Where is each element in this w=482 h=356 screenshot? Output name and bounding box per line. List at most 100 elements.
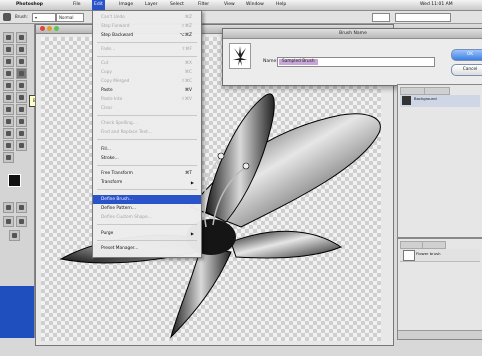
brush-icon[interactable] (3, 13, 11, 21)
marquee-icon[interactable] (3, 32, 14, 43)
eraser-icon[interactable] (3, 92, 14, 103)
menu-separator (97, 165, 197, 166)
menu-item-copy[interactable]: Copy ⌘C (93, 68, 201, 77)
menu-item-fade[interactable]: Fade... ⇧⌘F (93, 45, 201, 54)
eyedropper-icon[interactable] (3, 140, 14, 151)
screen-mode-full-icon[interactable] (16, 216, 27, 227)
menu-item-find-replace[interactable]: Find and Replace Text... (93, 128, 201, 137)
layer-name: Background (414, 96, 437, 101)
brush-name-value: Sampled Brush (279, 59, 318, 65)
pen-icon[interactable] (16, 116, 27, 127)
brush-tool-icon[interactable] (16, 68, 27, 79)
brush-name-input[interactable]: Sampled Brush (277, 57, 435, 67)
quick-mask-icon[interactable] (16, 202, 27, 213)
menu-image[interactable]: Image (117, 0, 135, 10)
menu-item-copy-merged[interactable]: Copy Merged ⇧⌘C (93, 77, 201, 86)
tab-history[interactable] (400, 241, 424, 249)
palette-bottom-bar (398, 330, 482, 339)
submenu-arrow-icon: ▶ (190, 180, 194, 185)
history-brush-icon[interactable] (16, 80, 27, 91)
submenu-arrow-icon: ▶ (190, 231, 194, 236)
menu-bar: Photoshop File Edit Image Layer Select F… (0, 0, 482, 11)
shape-icon[interactable] (3, 128, 14, 139)
notes-icon[interactable] (16, 128, 27, 139)
hand-icon[interactable] (16, 140, 27, 151)
menu-separator (97, 115, 197, 116)
path-select-icon[interactable] (16, 104, 27, 115)
menu-item-check-spelling[interactable]: Check Spelling... (93, 119, 201, 128)
crop-icon[interactable] (3, 56, 14, 67)
menu-item-define-brush[interactable]: Define Brush... (93, 195, 201, 204)
slice-icon[interactable] (16, 56, 27, 67)
menu-item-paste-into[interactable]: Paste Into ⇧⌘V (93, 95, 201, 104)
standard-mode-icon[interactable] (3, 202, 14, 213)
stamp-icon[interactable] (3, 80, 14, 91)
healing-brush-icon[interactable] (3, 68, 14, 79)
foreground-color-swatch[interactable] (8, 174, 21, 187)
history-palette: Flower brush (397, 238, 482, 340)
menu-item-clear[interactable]: Clear (93, 104, 201, 113)
menu-item-define-pattern[interactable]: Define Pattern... (93, 204, 201, 213)
menu-item-free-transform[interactable]: Free Transform ⌘T (93, 169, 201, 178)
jump-to-imageready-icon[interactable] (9, 230, 20, 241)
ok-button[interactable]: OK (451, 49, 482, 61)
menu-separator (97, 56, 197, 57)
palette-well[interactable] (395, 13, 451, 22)
menu-item-stroke[interactable]: Stroke... (93, 154, 201, 163)
name-label: Name: (263, 59, 278, 64)
menu-help[interactable]: Help (274, 0, 288, 10)
lasso-icon[interactable] (3, 44, 14, 55)
type-icon[interactable] (3, 116, 14, 127)
history-snapshot-thumbnail (403, 250, 415, 261)
move-icon[interactable] (16, 32, 27, 43)
history-row[interactable]: Flower brush (400, 249, 480, 262)
menu-item-step-forward[interactable]: Step Forward ⇧⌘Z (93, 22, 201, 31)
zoom-window-icon[interactable] (54, 26, 59, 31)
history-item-name: Flower brush (416, 251, 441, 256)
palette-well-toggle[interactable] (372, 13, 390, 22)
menu-item-fill[interactable]: Fill... (93, 145, 201, 154)
brush-name-dialog: Brush Name Name: Sampled Brush OK Cancel (222, 28, 482, 86)
menu-separator (97, 42, 197, 43)
menu-item-purge[interactable]: Purge ▶ (93, 229, 201, 238)
menu-edit[interactable]: Edit (92, 0, 105, 10)
menu-item-transform[interactable]: Transform ▶ (93, 178, 201, 187)
layer-thumbnail (402, 96, 411, 105)
gradient-icon[interactable] (16, 92, 27, 103)
zoom-icon[interactable] (3, 152, 14, 163)
menu-item-preset-manager[interactable]: Preset Manager... (93, 244, 201, 253)
brush-thumbnail (229, 43, 251, 69)
layer-row[interactable]: Background (400, 95, 480, 107)
dialog-title: Brush Name (223, 29, 482, 39)
menu-item-cut[interactable]: Cut ⌘X (93, 59, 201, 68)
options-bar: Brush: ▾ Normal (0, 11, 482, 24)
menu-separator (97, 240, 197, 241)
apple-icon[interactable] (4, 0, 8, 10)
menubar-clock: Wed 11:01 AM (420, 2, 453, 7)
menu-item-step-backward[interactable]: Step Backward ⌥⌘Z (93, 31, 201, 40)
minimize-icon[interactable] (47, 26, 52, 31)
menu-layer[interactable]: Layer (143, 0, 160, 10)
edit-menu: Can't Undo ⌘Z Step Forward ⇧⌘Z Step Backwa… (92, 10, 202, 258)
menu-window[interactable]: Window (244, 0, 266, 10)
menu-item-paste[interactable]: Paste ⌘V (93, 86, 201, 95)
close-icon[interactable] (40, 26, 45, 31)
menu-item-undo[interactable]: Can't Undo ⌘Z (93, 13, 201, 22)
dodge-icon[interactable] (3, 104, 14, 115)
menu-view[interactable]: View (222, 0, 237, 10)
menu-file[interactable]: File (71, 0, 83, 10)
screen-mode-standard-icon[interactable] (3, 216, 14, 227)
tab-layers[interactable] (400, 87, 426, 95)
menu-filter[interactable]: Filter (196, 0, 211, 10)
menu-select[interactable]: Select (168, 0, 186, 10)
tab-actions[interactable] (422, 241, 446, 249)
cancel-button[interactable]: Cancel (451, 64, 482, 76)
tab-channels[interactable] (424, 87, 450, 95)
menu-photoshop[interactable]: Photoshop (14, 0, 45, 10)
menu-separator (97, 139, 197, 140)
brush-label: Brush: (15, 14, 28, 19)
menu-item-define-custom-shape[interactable]: Define Custom Shape... (93, 213, 201, 222)
mode-select[interactable]: Normal (56, 13, 84, 22)
brush-preset-picker[interactable]: ▾ (32, 13, 56, 22)
magic-wand-icon[interactable] (16, 44, 27, 55)
